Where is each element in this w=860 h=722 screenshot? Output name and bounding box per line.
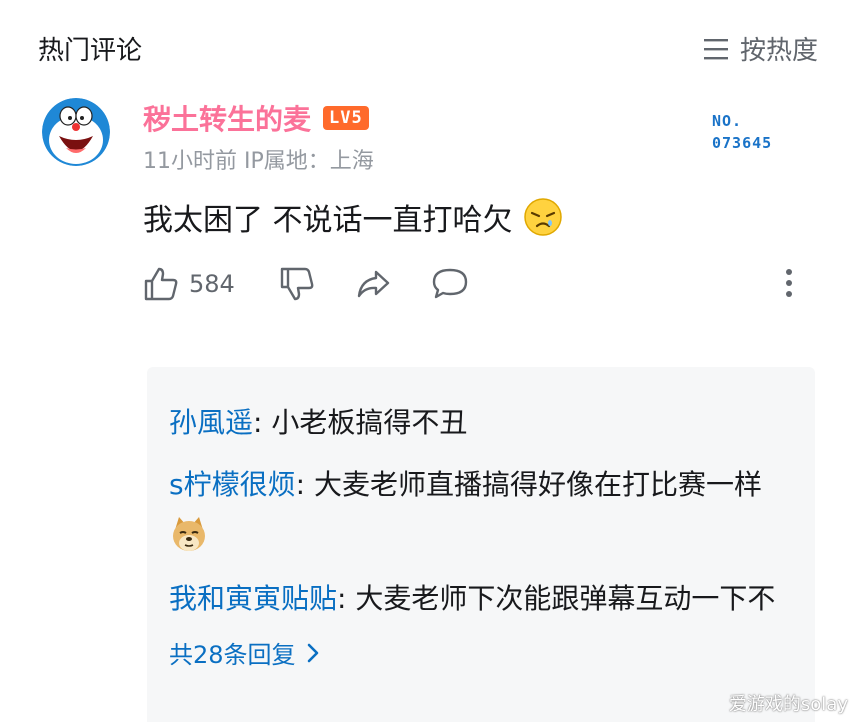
reply-username[interactable]: 孙風遥	[169, 406, 253, 439]
thumbs-up-icon	[144, 267, 178, 301]
chevron-right-icon	[307, 643, 318, 662]
comment-text: 我太困了 不说话一直打哈欠	[143, 195, 563, 239]
avatar[interactable]	[42, 98, 110, 166]
sleepy-face-emoji-icon	[523, 198, 562, 236]
reply-text: 大麦老师下次能跟弹幕互动一下不	[355, 582, 776, 615]
section-title: 热门评论	[38, 36, 143, 66]
more-options-button[interactable]	[784, 268, 794, 302]
reply-separator: :	[253, 406, 272, 439]
like-count: 584	[189, 270, 235, 298]
reply-preview-box: 孙風遥: 小老板搞得不丑 s柠檬很烦: 大麦老师直播搞得好像在打比赛一样 我和寅…	[147, 367, 815, 722]
reply-text: 小老板搞得不丑	[271, 406, 468, 439]
username[interactable]: 秽土转生的麦	[143, 98, 311, 138]
menu-lines-icon	[703, 38, 728, 59]
reply-item: s柠檬很烦: 大麦老师直播搞得好像在打比赛一样	[169, 459, 793, 563]
reply-text: 大麦老师直播搞得好像在打比赛一样	[313, 468, 762, 501]
level-badge: LV5	[323, 106, 369, 130]
reply-username[interactable]: s柠檬很烦	[169, 468, 296, 501]
watermark: 爱游戏的solay	[728, 694, 848, 715]
reply-item: 孙風遥: 小老板搞得不丑	[169, 397, 793, 449]
reply-item: 我和寅寅贴贴: 大麦老师下次能跟弹幕互动一下不	[169, 573, 793, 625]
reply-username[interactable]: 我和寅寅贴贴	[169, 582, 337, 615]
nft-number: 073645	[712, 134, 773, 152]
reply-separator: :	[337, 582, 356, 615]
more-dots-icon	[786, 269, 792, 297]
sort-label: 按热度	[739, 36, 818, 66]
like-button[interactable]: 584	[143, 266, 235, 302]
comment-meta: 11小时前 IP属地：上海	[143, 149, 374, 174]
view-all-replies-link[interactable]: 共28条回复	[169, 635, 793, 670]
comment-bubble-icon	[432, 268, 468, 299]
share-button[interactable]	[355, 266, 391, 302]
nft-badge: NO. 073645	[712, 110, 772, 154]
doge-emoji-icon	[173, 517, 205, 551]
share-arrow-icon	[357, 270, 390, 298]
thumbs-down-icon	[280, 267, 314, 301]
reply-total-label: 共28条回复	[169, 641, 296, 669]
dislike-button[interactable]	[279, 266, 315, 302]
nft-label: NO.	[712, 112, 743, 130]
sort-button[interactable]: 按热度	[703, 30, 818, 67]
comment-body: 我太困了 不说话一直打哈欠	[143, 203, 513, 238]
doraemon-avatar-icon	[42, 98, 110, 166]
reply-button[interactable]	[431, 266, 469, 302]
reply-separator: :	[295, 468, 314, 501]
